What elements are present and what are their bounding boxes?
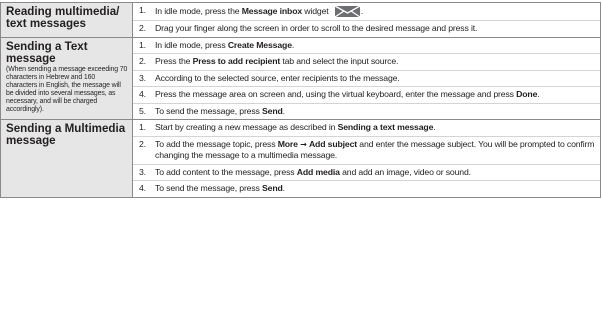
- step-text: To send the message, press Send.: [155, 183, 596, 195]
- step-text-run: .: [291, 39, 295, 50]
- step-item: 3. According to the selected source, ente…: [133, 71, 600, 87]
- step-number: 4.: [139, 89, 146, 99]
- step-number: 1.: [139, 122, 146, 132]
- step-text-run: .: [282, 183, 285, 193]
- section-title: Sending a Text message: [6, 39, 88, 65]
- ui-term: Add media: [296, 166, 340, 177]
- ui-term: Message inbox: [241, 5, 303, 16]
- step-text: Start by creating a new message as descr…: [155, 122, 596, 134]
- step-number: 5.: [139, 105, 146, 116]
- ui-term: More: [277, 138, 298, 149]
- section-note: (When sending a message exceeding 70 cha…: [6, 65, 128, 113]
- step-item: 2. Press the Press to add recipient tab a…: [133, 54, 600, 71]
- ui-term: Sending a text message: [337, 122, 434, 132]
- step-text-run: Start by creating a new message as descr…: [155, 122, 338, 132]
- step-text-run: and add an image, video or sound.: [339, 166, 471, 177]
- section-heading-cell: Sending a Text message (When sending a me…: [0, 36, 133, 120]
- instructions-table: Reading multimedia/ text messages 1. In id…: [0, 2, 601, 198]
- step-text: To add content to the message, press Add…: [155, 167, 596, 179]
- ui-term: Send: [262, 183, 283, 193]
- step-text-run: In idle mode, press the: [155, 5, 242, 16]
- step-number: 4.: [139, 183, 146, 193]
- step-text-run: Press the message area on screen and, us…: [155, 89, 517, 99]
- step-item: 4. To send the message, press Send.: [133, 181, 600, 197]
- step-text-run: According to the selected source, enter …: [155, 72, 400, 83]
- step-number: 2.: [139, 138, 146, 149]
- step-number: 3.: [139, 166, 146, 177]
- arrow-icon: →: [300, 139, 307, 149]
- section-steps-cell: 1. In idle mode, press the Message inbox …: [132, 2, 601, 38]
- step-text: In idle mode, press Create Message.: [155, 40, 596, 52]
- ui-term: Send: [262, 105, 283, 116]
- step-number: 2.: [139, 56, 146, 66]
- step-number: 2.: [139, 23, 146, 33]
- step-text-run: Drag your finger along the screen in ord…: [155, 23, 478, 33]
- step-text-run: To add the message topic, press: [155, 138, 278, 149]
- step-number: 1.: [139, 39, 146, 50]
- instructions-table-body: Reading multimedia/ text messages 1. In id…: [0, 2, 601, 198]
- step-text: In idle mode, press the Message inbox wi…: [155, 5, 596, 18]
- step-text-run: In idle mode, press: [155, 39, 228, 50]
- step-item: 1. In idle mode, press the Message inbox …: [133, 3, 600, 21]
- section-title: Sending a Multimedia message: [6, 122, 126, 147]
- ui-term: Add subject: [308, 138, 358, 149]
- step-text-run: .: [360, 5, 364, 16]
- ui-term: Press to add recipient: [192, 56, 281, 66]
- section-title: Reading multimedia/ text messages: [6, 5, 120, 30]
- section-steps-cell: 1. In idle mode, press Create Message. 2. P…: [132, 36, 601, 120]
- section-row: Sending a Multimedia message 1. Start by c…: [0, 119, 601, 198]
- step-text: Drag your finger along the screen in ord…: [155, 23, 596, 35]
- section-row: Sending a Text message (When sending a me…: [0, 36, 601, 120]
- step-item: 1. In idle mode, press Create Message.: [133, 38, 600, 54]
- step-text-run: tab and select the input source.: [280, 56, 399, 66]
- step-text: Press the Press to add recipient tab and…: [155, 56, 596, 68]
- ui-term: Done: [516, 89, 538, 99]
- step-text: To add the message topic, press More → A…: [155, 139, 596, 162]
- step-item: 5. To send the message, press Send.: [133, 104, 600, 120]
- step-item: 1. Start by creating a new message as des…: [133, 120, 600, 137]
- section-heading-cell: Reading multimedia/ text messages: [0, 2, 133, 38]
- step-text-run: .: [282, 105, 285, 116]
- step-number: 3.: [139, 72, 146, 83]
- step-text-run: Press the: [155, 56, 193, 66]
- step-text: To send the message, press Send.: [155, 106, 596, 118]
- ui-term: Create Message: [227, 39, 292, 50]
- step-text-run: widget: [302, 5, 331, 16]
- step-item: 3. To add content to the message, press A…: [133, 165, 600, 181]
- step-text-run: To send the message, press: [155, 105, 263, 116]
- step-text-run: To add content to the message, press: [155, 166, 297, 177]
- step-text: Press the message area on screen and, us…: [155, 89, 596, 101]
- step-item: 2. Drag your finger along the screen in o…: [133, 21, 600, 37]
- section-row: Reading multimedia/ text messages 1. In id…: [0, 2, 601, 38]
- step-text-run: To send the message, press: [155, 183, 263, 193]
- step-text: According to the selected source, enter …: [155, 73, 596, 85]
- step-item: 4. Press the message area on screen and, …: [133, 87, 600, 104]
- step-number: 1.: [139, 5, 146, 15]
- section-steps-cell: 1. Start by creating a new message as des…: [132, 119, 601, 198]
- envelope-icon: [334, 5, 361, 18]
- section-heading-cell: Sending a Multimedia message: [0, 119, 133, 198]
- step-item: 2. To add the message topic, press More →…: [133, 137, 600, 165]
- step-text-run: .: [433, 122, 436, 132]
- step-text-run: .: [537, 89, 540, 99]
